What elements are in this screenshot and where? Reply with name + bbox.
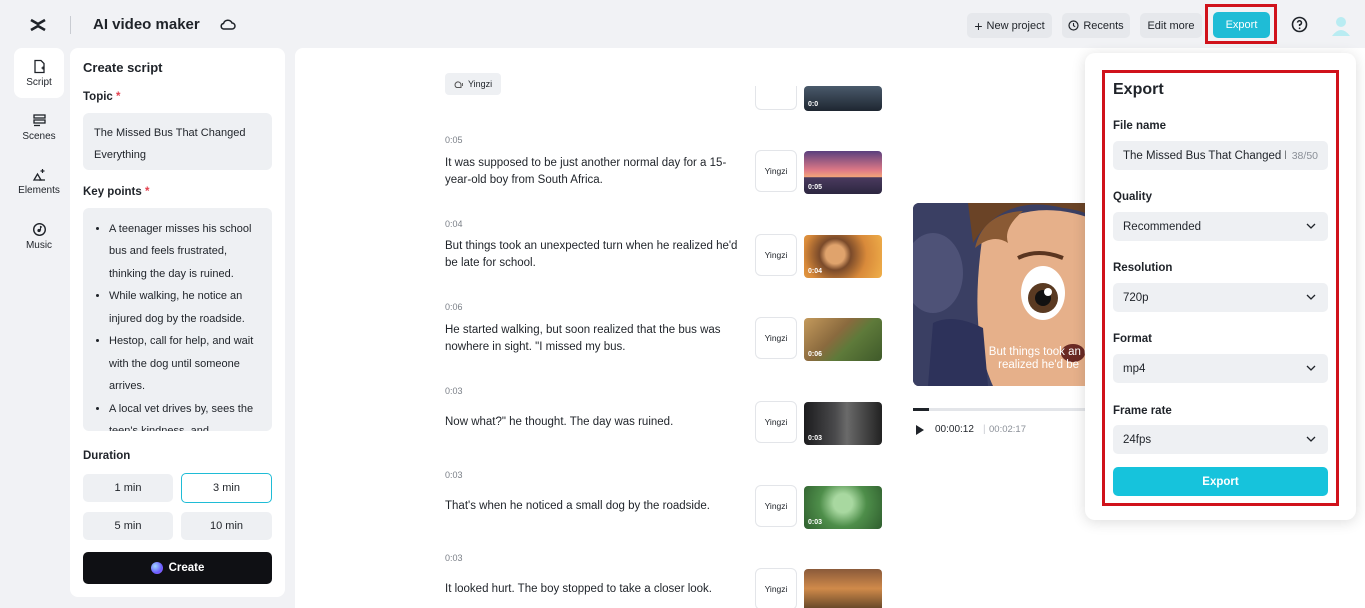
scene-time: 0:06 [445,302,463,312]
scene-thumbnail[interactable]: 0:03 [804,402,882,445]
duration-3min-button[interactable]: 3 min [181,473,272,503]
key-point-item: While walking, he notice an injured dog … [109,285,266,330]
voice-button[interactable]: Yingzi [755,568,797,608]
scene-text[interactable]: Now what?" he thought. The day was ruine… [445,414,745,431]
help-icon[interactable] [1291,16,1308,33]
voice-button[interactable]: Yingzi [755,150,797,192]
key-point-item: A local vet drives by, sees the teen's k… [109,398,266,431]
scene-thumbnail[interactable]: 0:05 [804,151,882,194]
preview-caption: realized he'd be [913,359,1079,372]
scene-thumbnail[interactable]: 0:04 [804,235,882,278]
duration-5min-button[interactable]: 5 min [83,512,173,540]
orb-icon [151,562,163,574]
scene-time: 0:05 [445,135,463,145]
scene-text[interactable]: But things took an unexpected turn when … [445,238,745,272]
scenes-icon [32,113,47,128]
new-project-button[interactable]: + New project [967,13,1052,38]
topic-label: Topic * [83,91,121,103]
playback-progress-bar[interactable] [913,408,1103,411]
avatar[interactable] [1330,14,1352,36]
script-panel-title: Create script [83,60,162,75]
script-icon [32,59,47,74]
scene-thumbnail[interactable]: 0:06 [804,318,882,361]
current-time: 00:00:12 [935,424,974,435]
preview-caption: But things took an unex [919,346,1103,359]
rail-item-script[interactable]: Script [14,48,64,98]
key-point-item: Hestop, call for help, and wait with the… [109,330,266,397]
elements-icon [32,167,47,182]
clock-icon [1068,20,1079,31]
play-icon[interactable] [915,424,925,436]
recents-button[interactable]: Recents [1062,13,1130,38]
key-points-label: Key points * [83,186,149,198]
voice-button[interactable]: Yingzi [755,401,797,443]
scene-thumbnail[interactable] [804,569,882,608]
topic-input[interactable]: The Missed Bus That Changed Everything [83,113,272,170]
script-panel: Create script Topic * The Missed Bus Tha… [70,48,285,597]
edit-more-button[interactable]: Edit more [1140,13,1202,38]
rail-item-scenes[interactable]: Scenes [14,102,64,152]
time-separator: | [983,424,986,435]
voice-icon [454,79,464,89]
title-divider [70,16,71,34]
scene-text[interactable]: He started walking, but soon realized th… [445,322,745,356]
total-time: 00:02:17 [989,424,1026,435]
rail-item-music[interactable]: Music [14,211,64,261]
voice-button[interactable]: Yingzi [755,234,797,276]
key-point-item: A teenager misses his school bus and fee… [109,218,266,285]
video-preview[interactable]: But things took an unex realized he'd be [913,203,1103,386]
scene-time: 0:04 [445,219,463,229]
cloud-icon[interactable] [219,16,236,33]
music-icon [32,222,47,237]
capcut-logo-icon[interactable] [28,15,48,35]
scene-thumbnail[interactable]: 0:0 [804,86,882,111]
voice-button[interactable] [755,86,797,110]
playback-progress-fill [913,408,929,411]
export-button-highlight [1205,4,1277,44]
top-bar: AI video maker + New project Recents Edi… [0,0,1365,48]
scene-text[interactable]: It was supposed to be just another norma… [445,155,745,189]
scene-thumbnail[interactable]: 0:03 [804,486,882,529]
voice-chip[interactable]: Yingzi [445,73,501,95]
rail-item-elements[interactable]: Elements [14,156,64,206]
scene-time: 0:03 [445,386,463,396]
scene-text[interactable]: It looked hurt. The boy stopped to take … [445,581,745,598]
duration-1min-button[interactable]: 1 min [83,474,173,502]
scene-time: 0:03 [445,553,463,563]
duration-10min-button[interactable]: 10 min [181,512,272,540]
plus-icon: + [974,19,982,33]
create-button[interactable]: Create [83,552,272,584]
scene-time: 0:03 [445,470,463,480]
page-title: AI video maker [93,16,200,33]
voice-button[interactable]: Yingzi [755,485,797,527]
key-points-input[interactable]: A teenager misses his school bus and fee… [83,208,272,431]
voice-button[interactable]: Yingzi [755,317,797,359]
export-dialog-highlight [1102,70,1339,506]
scene-text[interactable]: That's when he noticed a small dog by th… [445,498,745,515]
duration-label: Duration [83,450,130,462]
